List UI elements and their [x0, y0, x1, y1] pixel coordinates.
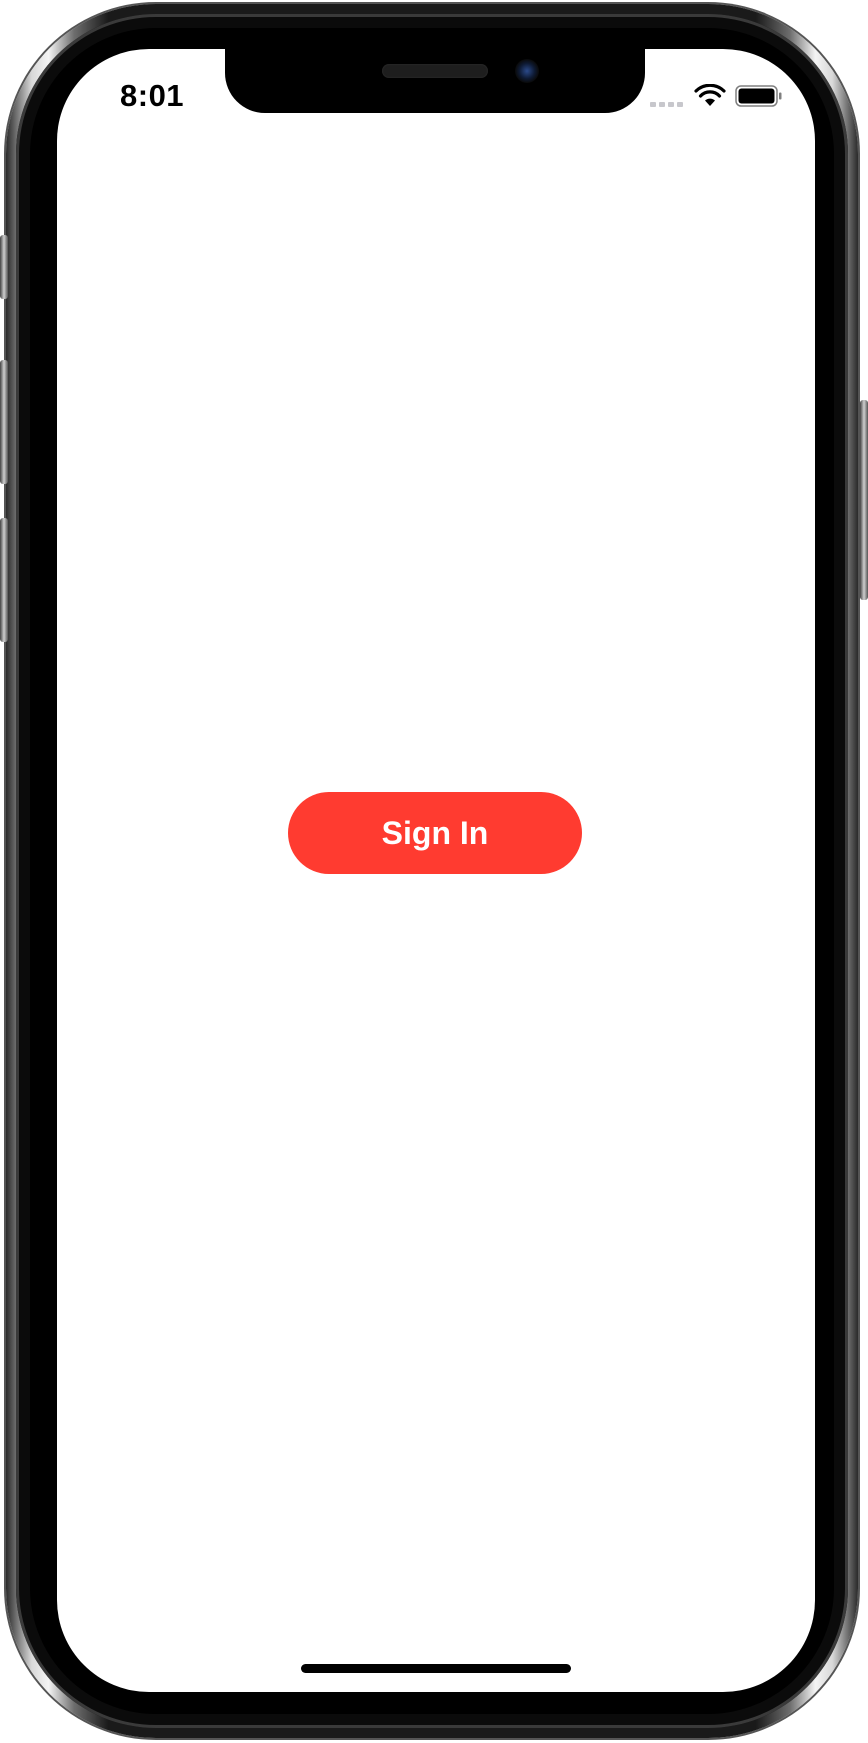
power-button	[860, 400, 868, 600]
battery-icon	[735, 85, 782, 107]
home-indicator[interactable]	[301, 1664, 571, 1673]
volume-up-button	[0, 360, 8, 484]
volume-down-button	[0, 518, 8, 642]
status-time: 8:01	[120, 78, 185, 113]
notch	[225, 49, 645, 113]
mute-switch	[0, 235, 8, 299]
front-camera	[515, 59, 539, 83]
wifi-icon	[694, 84, 726, 106]
sign-in-button[interactable]: Sign In	[288, 792, 582, 874]
earpiece-speaker	[382, 64, 488, 78]
phone-device: 8:01 Sign In	[0, 0, 868, 1743]
cellular-signal-icon	[650, 102, 686, 108]
